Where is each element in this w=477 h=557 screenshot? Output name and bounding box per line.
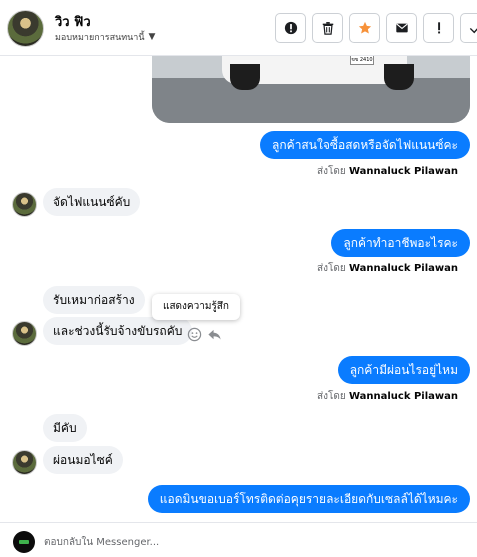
mark-done-button[interactable] [460,13,477,43]
sent-by-label: ส่งโดย Wannaluck Pilawan [317,261,458,276]
shared-photo[interactable]: ขข 2410 [152,56,470,123]
outgoing-message[interactable]: ลูกค้าทำอาชีพอะไรคะ [331,229,470,257]
photo-wheel [384,64,414,90]
reply-icon[interactable] [207,327,222,342]
mark-unread-button[interactable] [386,13,417,43]
contact-avatar-small[interactable] [12,450,37,475]
incoming-message[interactable]: รับเหมาก่อสร้าง [43,286,145,314]
sent-by-label: ส่งโดย Wannaluck Pilawan [317,389,458,404]
conversation-header: วิว ฟิว มอบหมายการสนทนานี้ ▼ [0,0,477,56]
sent-by-prefix: ส่งโดย [317,166,346,177]
outgoing-message[interactable]: ลูกค้ามีผ่อนไรอยู่ไหม [337,356,470,384]
caret-down-icon: ▼ [148,32,156,42]
incoming-message[interactable]: ผ่อนมอไซค์ [43,446,123,474]
smiley-icon[interactable] [187,327,202,342]
message-hover-actions [187,327,222,342]
follow-up-button[interactable] [423,13,454,43]
reply-bar [0,522,477,557]
contact-avatar[interactable] [7,10,44,47]
message-thread[interactable]: ขข 2410 ลูกค้าสนใจซื้อสดหรือจัดไฟแนนซ์คะ… [0,56,477,522]
outgoing-message[interactable]: ลูกค้าสนใจซื้อสดหรือจัดไฟแนนซ์คะ [260,131,470,159]
sent-by-prefix: ส่งโดย [317,263,346,274]
contact-avatar-small[interactable] [12,321,37,346]
mail-icon [395,23,408,33]
star-button[interactable] [349,13,380,43]
check-icon [469,27,477,34]
assign-conversation-dropdown[interactable]: มอบหมายการสนทนานี้ ▼ [55,30,155,44]
outgoing-message[interactable]: แอดมินขอเบอร์โทรติดต่อคุยรายละเอียดกับเซ… [147,485,470,513]
sender-name: Wannaluck Pilawan [348,263,458,274]
page-avatar [13,531,35,553]
sent-by-label: ส่งโดย Wannaluck Pilawan [317,164,458,179]
spam-icon [284,21,297,35]
sent-by-prefix: ส่งโดย [317,391,346,402]
license-plate: ขข 2410 [350,56,374,65]
header-actions [275,13,477,43]
contact-avatar-small[interactable] [12,192,37,217]
sender-name: Wannaluck Pilawan [348,166,458,177]
spam-button[interactable] [275,13,306,43]
assign-label: มอบหมายการสนทนานี้ [55,33,145,43]
exclamation-icon [437,22,440,34]
star-icon [358,21,371,34]
photo-wheel [230,64,260,90]
trash-icon [322,22,333,35]
incoming-message[interactable]: มีคับ [43,414,87,442]
react-tooltip: แสดงความรู้สึก [152,294,240,320]
incoming-message[interactable]: และช่วงนี้รับจ้างขับรถคับ [43,317,193,345]
incoming-message[interactable]: จัดไฟแนนซ์คับ [43,188,141,216]
sender-name: Wannaluck Pilawan [348,391,458,402]
delete-button[interactable] [312,13,343,43]
contact-name[interactable]: วิว ฟิว [55,11,91,32]
photo-ground [152,78,470,123]
reply-input[interactable] [44,530,464,554]
